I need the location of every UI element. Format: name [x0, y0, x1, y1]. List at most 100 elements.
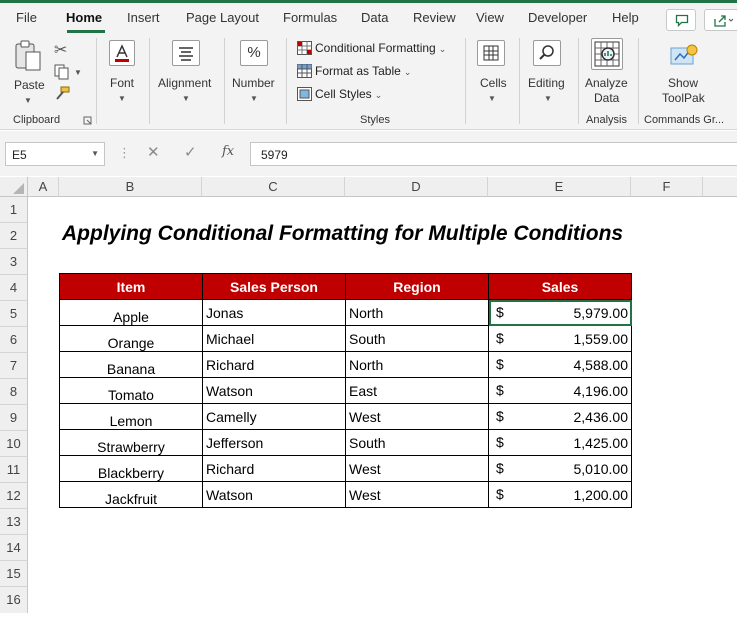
cell-area[interactable]: Applying Conditional Formatting for Mult…	[28, 197, 737, 618]
row-header[interactable]: 6	[0, 327, 28, 353]
table-header-row: Item Sales Person Region Sales	[59, 273, 632, 300]
alignment-button[interactable]: Alignment ▼	[156, 38, 216, 104]
region-cell[interactable]: North	[345, 299, 489, 326]
sales-cell[interactable]: $2,436.00	[488, 403, 632, 430]
item-cell[interactable]: Tomato	[59, 377, 203, 404]
select-all-button[interactable]	[0, 177, 28, 197]
tab-data[interactable]: Data	[361, 10, 388, 25]
sales-cell[interactable]: $4,588.00	[488, 351, 632, 378]
enter-icon[interactable]: ✓	[184, 143, 197, 161]
sheet-title[interactable]: Applying Conditional Formatting for Mult…	[62, 222, 623, 246]
tab-insert[interactable]: Insert	[127, 10, 160, 25]
tab-formulas[interactable]: Formulas	[283, 10, 337, 25]
sales-person-cell[interactable]: Camelly	[202, 403, 346, 430]
sales-person-cell[interactable]: Michael	[202, 325, 346, 352]
format-painter-icon[interactable]	[54, 86, 70, 102]
item-cell[interactable]: Banana	[59, 351, 203, 378]
comments-button[interactable]	[666, 9, 696, 31]
cells-button[interactable]: Cells ▼	[472, 38, 512, 104]
tab-view[interactable]: View	[476, 10, 504, 25]
sales-person-cell[interactable]: Watson	[202, 481, 346, 508]
row-header[interactable]: 1	[0, 197, 28, 223]
number-button[interactable]: % Number ▼	[230, 38, 280, 104]
header-sales-person[interactable]: Sales Person	[202, 273, 346, 300]
row-header[interactable]: 16	[0, 587, 28, 613]
sales-person-cell[interactable]: Watson	[202, 377, 346, 404]
tab-file[interactable]: File	[16, 10, 37, 25]
font-button[interactable]: Font ▼	[104, 38, 140, 104]
row-header[interactable]: 5	[0, 301, 28, 327]
tab-page-layout[interactable]: Page Layout	[186, 10, 259, 25]
region-cell[interactable]: West	[345, 455, 489, 482]
item-cell[interactable]: Lemon	[59, 403, 203, 430]
column-header-d[interactable]: D	[345, 177, 488, 197]
row-header[interactable]: 15	[0, 561, 28, 587]
item-cell[interactable]: Orange	[59, 325, 203, 352]
header-region[interactable]: Region	[345, 273, 489, 300]
dialog-launcher-icon[interactable]	[83, 116, 92, 125]
sales-cell[interactable]: $1,425.00	[488, 429, 632, 456]
item-cell[interactable]: Apple	[59, 299, 203, 326]
formula-bar-grip-icon[interactable]: ⋮	[118, 145, 131, 161]
region-cell[interactable]: South	[345, 325, 489, 352]
cancel-icon[interactable]: ✕	[147, 143, 160, 161]
analyze-label-line2: Data	[594, 91, 620, 105]
header-item[interactable]: Item	[59, 273, 203, 300]
copy-icon[interactable]	[54, 64, 70, 80]
tab-review[interactable]: Review	[413, 10, 456, 25]
tab-home[interactable]: Home	[66, 10, 102, 25]
header-sales[interactable]: Sales	[488, 273, 632, 300]
cell-styles-button[interactable]: Cell Styles ⌄	[297, 87, 382, 101]
share-button[interactable]	[704, 9, 737, 31]
currency-symbol: $	[496, 304, 504, 320]
tab-help[interactable]: Help	[612, 10, 639, 25]
region-cell[interactable]: East	[345, 377, 489, 404]
column-header-e[interactable]: E	[488, 177, 631, 197]
format-as-table-button[interactable]: Format as Table ⌄	[297, 64, 411, 78]
item-cell[interactable]: Blackberry	[59, 455, 203, 482]
column-header-c[interactable]: C	[202, 177, 345, 197]
analyze-data-button[interactable]: Analyze Data	[584, 38, 630, 108]
sales-person-cell[interactable]: Richard	[202, 351, 346, 378]
sales-table: Item Sales Person Region Sales Apple Jon…	[59, 273, 632, 508]
column-header-next[interactable]	[703, 177, 737, 197]
formula-input[interactable]: 5979	[250, 142, 737, 166]
column-header-f[interactable]: F	[631, 177, 703, 197]
region-cell[interactable]: North	[345, 351, 489, 378]
sales-cell[interactable]: $1,200.00	[488, 481, 632, 508]
region-cell[interactable]: South	[345, 429, 489, 456]
tab-developer[interactable]: Developer	[528, 10, 587, 25]
paste-button[interactable]: Paste ▼	[8, 38, 48, 108]
sales-person-cell[interactable]: Jonas	[202, 299, 346, 326]
cut-icon[interactable]: ✂	[54, 40, 67, 60]
editing-button[interactable]: Editing ▼	[526, 38, 570, 104]
show-toolpak-button[interactable]: Show ToolPak	[656, 38, 712, 108]
name-box[interactable]: E5 ▼	[5, 142, 105, 166]
region-cell[interactable]: West	[345, 481, 489, 508]
row-header[interactable]: 3	[0, 249, 28, 275]
row-header[interactable]: 4	[0, 275, 28, 301]
sales-cell[interactable]: $4,196.00	[488, 377, 632, 404]
sales-cell[interactable]: $1,559.00	[488, 325, 632, 352]
sales-cell[interactable]: $5,979.00	[488, 299, 632, 326]
row-header[interactable]: 12	[0, 483, 28, 509]
row-header[interactable]: 10	[0, 431, 28, 457]
insert-function-icon[interactable]: fx	[222, 144, 234, 159]
item-cell[interactable]: Strawberry	[59, 429, 203, 456]
sales-person-cell[interactable]: Jefferson	[202, 429, 346, 456]
sales-person-cell[interactable]: Richard	[202, 455, 346, 482]
row-header[interactable]: 8	[0, 379, 28, 405]
row-header[interactable]: 9	[0, 405, 28, 431]
row-header[interactable]: 11	[0, 457, 28, 483]
column-header-a[interactable]: A	[28, 177, 59, 197]
column-header-b[interactable]: B	[59, 177, 202, 197]
conditional-formatting-button[interactable]: Conditional Formatting ⌄	[297, 41, 446, 55]
row-header[interactable]: 7	[0, 353, 28, 379]
row-header[interactable]: 14	[0, 535, 28, 561]
copy-dropdown-icon[interactable]: ▼	[74, 68, 82, 77]
item-cell[interactable]: Jackfruit	[59, 481, 203, 508]
row-header[interactable]: 2	[0, 223, 28, 249]
row-header[interactable]: 13	[0, 509, 28, 535]
sales-cell[interactable]: $5,010.00	[488, 455, 632, 482]
region-cell[interactable]: West	[345, 403, 489, 430]
